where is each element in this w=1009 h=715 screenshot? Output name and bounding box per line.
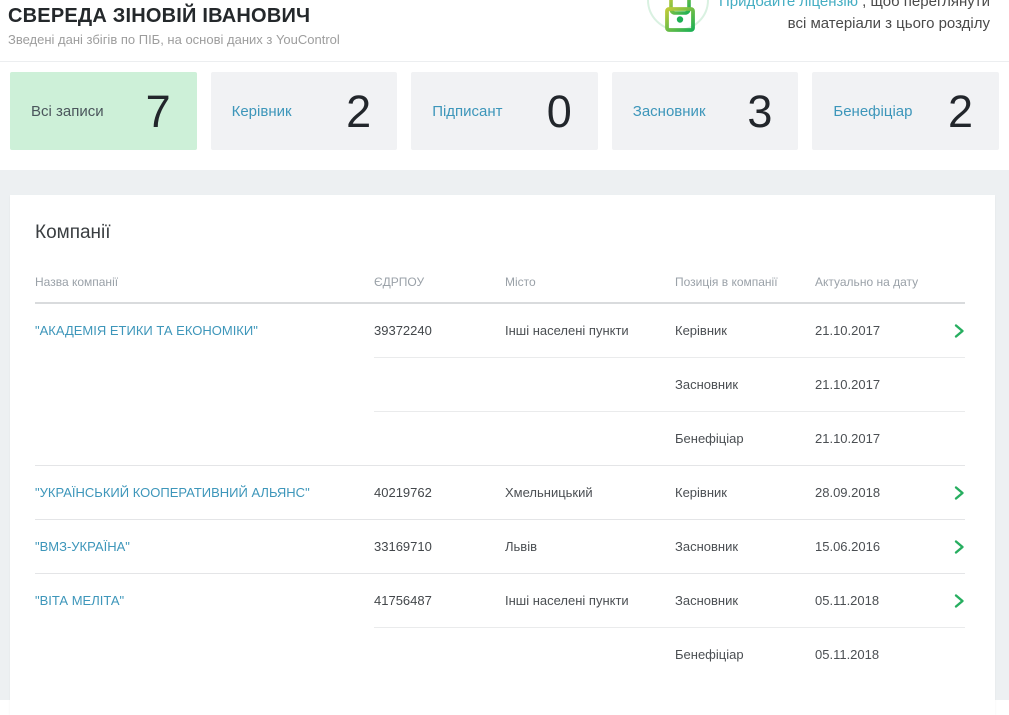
- license-message-line1: , щоб переглянути: [858, 0, 990, 10]
- company-row-group: "АКАДЕМІЯ ЕТИКИ ТА ЕКОНОМІКИ" 39372240Інш…: [35, 304, 965, 465]
- cell-position: Засновник: [675, 593, 815, 608]
- company-row-group: "ВМЗ-УКРАЇНА" 33169710ЛьвівЗасновник15.06…: [35, 520, 965, 573]
- table-sub-row: Засновник21.10.2017: [35, 358, 965, 411]
- cell-edrpou: 39372240: [374, 323, 505, 338]
- table-row: "ВІТА МЕЛІТА" 41756487Інші населені пункт…: [35, 574, 965, 627]
- cell-city: Інші населені пункти: [505, 593, 675, 608]
- cell-date: 28.09.2018: [815, 485, 953, 500]
- page-header: СВЕРЕДА ЗІНОВІЙ ІВАНОВИЧ Зведені дані зб…: [0, 0, 1009, 62]
- tab-count: 2: [948, 89, 973, 134]
- chevron-right-icon[interactable]: [954, 485, 965, 501]
- tab-signatory[interactable]: Підписант 0: [411, 72, 598, 150]
- cell-date: 21.10.2017: [815, 323, 953, 338]
- person-header: СВЕРЕДА ЗІНОВІЙ ІВАНОВИЧ Зведені дані зб…: [8, 5, 340, 47]
- cell-city: Львів: [505, 539, 675, 554]
- license-message-line2: всі матеріали з цього розділу: [788, 15, 990, 32]
- license-message: Придбайте ліцензію , щоб переглянути всі…: [690, 0, 990, 35]
- company-row-group: "ВІТА МЕЛІТА" 41756487Інші населені пункт…: [35, 574, 965, 681]
- section-title: Компанії: [35, 222, 965, 244]
- tab-beneficiary[interactable]: Бенефіціар 2: [812, 72, 999, 150]
- buy-license-link[interactable]: Придбайте ліцензію: [719, 0, 858, 10]
- cell-position: Керівник: [675, 485, 815, 500]
- cell-position: Бенефіціар: [675, 431, 815, 446]
- chevron-right-icon[interactable]: [954, 593, 965, 609]
- company-name-link[interactable]: "УКРАЇНСЬКИЙ КООПЕРАТИВНИЙ АЛЬЯНС": [35, 485, 324, 500]
- tab-manager[interactable]: Керівник 2: [211, 72, 398, 150]
- tab-label: Керівник: [232, 103, 292, 120]
- tab-label: Всі записи: [31, 103, 104, 120]
- page-body: Компанії Назва компанії ЄДРПОУ Місто Поз…: [0, 170, 1009, 700]
- table-body: "АКАДЕМІЯ ЕТИКИ ТА ЕКОНОМІКИ"39372240Інш…: [35, 304, 965, 681]
- tab-label: Підписант: [432, 103, 502, 120]
- tab-count: 7: [146, 89, 171, 134]
- col-header-edrpou: ЄДРПОУ: [374, 275, 505, 289]
- page-subtitle: Зведені дані збігів по ПІБ, на основі да…: [8, 32, 340, 47]
- company-row-group: "УКРАЇНСЬКИЙ КООПЕРАТИВНИЙ АЛЬЯНС" 402197…: [35, 466, 965, 519]
- tab-count: 3: [747, 89, 772, 134]
- chevron-right-icon[interactable]: [954, 539, 965, 555]
- cell-city: Інші населені пункти: [505, 323, 675, 338]
- summary-tabs: Всі записи 7 Керівник 2 Підписант 0 Засновник 3…: [10, 72, 999, 150]
- cell-position: Засновник: [675, 377, 815, 392]
- cell-edrpou: 41756487: [374, 593, 505, 608]
- cell-date: 21.10.2017: [815, 431, 953, 446]
- tab-count: 0: [547, 89, 572, 134]
- cell-date: 05.11.2018: [815, 647, 953, 662]
- tab-label: Бенефіціар: [833, 103, 912, 120]
- cell-date: 21.10.2017: [815, 377, 953, 392]
- company-name-link[interactable]: "ВІТА МЕЛІТА": [35, 593, 138, 608]
- cell-date: 05.11.2018: [815, 593, 953, 608]
- col-header-city: Місто: [505, 275, 675, 289]
- col-header-position: Позиція в компанії: [675, 275, 815, 289]
- tab-founder[interactable]: Засновник 3: [612, 72, 799, 150]
- page-title: СВЕРЕДА ЗІНОВІЙ ІВАНОВИЧ: [8, 5, 340, 28]
- col-header-company-name: Назва компанії: [35, 275, 374, 289]
- cell-position: Керівник: [675, 323, 815, 338]
- cell-edrpou: 40219762: [374, 485, 505, 500]
- cell-date: 15.06.2016: [815, 539, 953, 554]
- tab-label: Засновник: [633, 103, 706, 120]
- tab-count: 2: [346, 89, 371, 134]
- cell-city: Хмельницький: [505, 485, 675, 500]
- table-sub-row: Бенефіціар21.10.2017: [35, 412, 965, 465]
- companies-card: Компанії Назва компанії ЄДРПОУ Місто Поз…: [10, 195, 995, 715]
- chevron-right-icon[interactable]: [954, 323, 965, 339]
- table-header-row: Назва компанії ЄДРПОУ Місто Позиція в ко…: [35, 275, 965, 304]
- cell-edrpou: 33169710: [374, 539, 505, 554]
- table-row: "ВМЗ-УКРАЇНА" 33169710ЛьвівЗасновник15.06…: [35, 520, 965, 573]
- cell-position: Засновник: [675, 539, 815, 554]
- table-row: "УКРАЇНСЬКИЙ КООПЕРАТИВНИЙ АЛЬЯНС" 402197…: [35, 466, 965, 519]
- cell-position: Бенефіціар: [675, 647, 815, 662]
- company-name-link[interactable]: "ВМЗ-УКРАЇНА": [35, 539, 144, 554]
- col-header-date: Актуально на дату: [815, 275, 953, 289]
- tab-all-records[interactable]: Всі записи 7: [10, 72, 197, 150]
- table-row: "АКАДЕМІЯ ЕТИКИ ТА ЕКОНОМІКИ" 39372240Інш…: [35, 304, 965, 357]
- company-name-link[interactable]: "АКАДЕМІЯ ЕТИКИ ТА ЕКОНОМІКИ": [35, 323, 272, 338]
- table-sub-row: Бенефіціар05.11.2018: [35, 628, 965, 681]
